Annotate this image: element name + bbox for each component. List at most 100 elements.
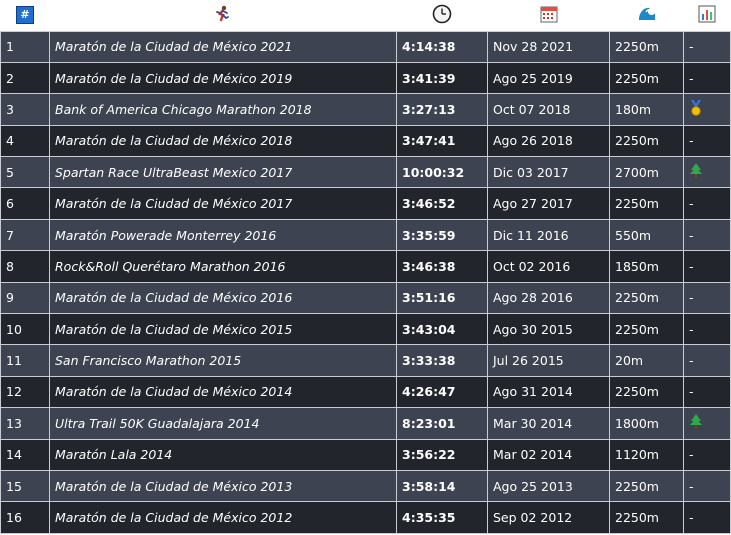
race-name-link[interactable]: Maratón de la Ciudad de México 2017 <box>49 187 397 220</box>
race-date-cell: Ago 30 2015 <box>487 313 610 346</box>
badge-cell <box>683 407 731 440</box>
race-name-link[interactable]: Rock&Roll Querétaro Marathon 2016 <box>49 250 397 283</box>
elevation-cell: 1120m <box>609 438 684 471</box>
finish-time-cell: 3:58:14 <box>396 469 488 503</box>
race-name-link[interactable]: Spartan Race UltraBeast Mexico 2017 <box>49 156 397 189</box>
col-header-num[interactable]: # <box>1 0 50 31</box>
table-row[interactable]: 1 Maratón de la Ciudad de México 2021 4:14… <box>0 30 731 63</box>
rank-cell: 13 <box>0 407 50 440</box>
col-header-race[interactable] <box>50 0 397 31</box>
badge-cell: - <box>683 30 731 63</box>
badge-cell: - <box>683 501 731 534</box>
badge-cell <box>683 156 731 189</box>
elevation-cell: 2250m <box>609 501 684 534</box>
medal-icon <box>689 99 703 119</box>
race-name-link[interactable]: Maratón de la Ciudad de México 2021 <box>49 30 397 63</box>
col-header-elevation[interactable] <box>610 0 684 31</box>
table-row[interactable]: 5 Spartan Race UltraBeast Mexico 2017 10:0… <box>0 156 731 189</box>
hash-icon: # <box>16 6 34 25</box>
race-name-link[interactable]: Maratón Lala 2014 <box>49 438 397 471</box>
race-name-link[interactable]: Maratón de la Ciudad de México 2016 <box>49 281 397 315</box>
race-name-link[interactable]: Maratón de la Ciudad de México 2012 <box>49 501 397 534</box>
col-header-badge[interactable] <box>684 0 731 31</box>
elevation-cell: 2250m <box>609 30 684 63</box>
col-header-date[interactable] <box>488 0 610 31</box>
race-date-cell: Dic 03 2017 <box>487 156 610 189</box>
stopwatch-icon <box>432 4 452 27</box>
race-name-link[interactable]: Ultra Trail 50K Guadalajara 2014 <box>49 407 397 440</box>
badge-cell: - <box>683 469 731 503</box>
badge-cell: - <box>683 281 731 315</box>
badge-cell: - <box>683 344 731 377</box>
header-row: # <box>0 0 731 31</box>
rank-cell: 11 <box>0 344 50 377</box>
elevation-cell: 2250m <box>609 313 684 346</box>
race-name-link[interactable]: Maratón de la Ciudad de México 2014 <box>49 375 397 409</box>
badge-cell <box>683 93 731 126</box>
finish-time-cell: 3:51:16 <box>396 281 488 315</box>
table-row[interactable]: 11 San Francisco Marathon 2015 3:33:38 Jul … <box>0 344 731 377</box>
race-date-cell: Ago 25 2013 <box>487 469 610 503</box>
badge-cell: - <box>683 375 731 409</box>
rank-cell: 4 <box>0 124 50 158</box>
table-row[interactable]: 2 Maratón de la Ciudad de México 2019 3:41… <box>0 61 731 95</box>
race-date-cell: Nov 28 2021 <box>487 30 610 63</box>
finish-time-cell: 4:35:35 <box>396 501 488 534</box>
elevation-cell: 2700m <box>609 156 684 189</box>
finish-time-cell: 3:56:22 <box>396 438 488 471</box>
finish-time-cell: 10:00:32 <box>396 156 488 189</box>
table-row[interactable]: 10 Maratón de la Ciudad de México 2015 3:4… <box>0 313 731 346</box>
race-date-cell: Ago 27 2017 <box>487 187 610 220</box>
finish-time-cell: 3:46:52 <box>396 187 488 220</box>
badge-cell: - <box>683 313 731 346</box>
col-header-time[interactable] <box>397 0 488 31</box>
table-row[interactable]: 12 Maratón de la Ciudad de México 2014 4:2… <box>0 375 731 409</box>
table-row[interactable]: 4 Maratón de la Ciudad de México 2018 3:47… <box>0 124 731 158</box>
rank-cell: 16 <box>0 501 50 534</box>
elevation-cell: 550m <box>609 218 684 252</box>
badge-cell: - <box>683 61 731 95</box>
finish-time-cell: 4:14:38 <box>396 30 488 63</box>
rank-cell: 1 <box>0 30 50 63</box>
table-row[interactable]: 8 Rock&Roll Querétaro Marathon 2016 3:46:3… <box>0 250 731 283</box>
finish-time-cell: 3:43:04 <box>396 313 488 346</box>
bar-chart-icon <box>698 5 716 26</box>
race-date-cell: Dic 11 2016 <box>487 218 610 252</box>
race-name-link[interactable]: San Francisco Marathon 2015 <box>49 344 397 377</box>
race-name-link[interactable]: Bank of America Chicago Marathon 2018 <box>49 93 397 126</box>
rank-cell: 6 <box>0 187 50 220</box>
table-row[interactable]: 9 Maratón de la Ciudad de México 2016 3:51… <box>0 281 731 315</box>
rank-cell: 8 <box>0 250 50 283</box>
race-name-link[interactable]: Maratón de la Ciudad de México 2015 <box>49 313 397 346</box>
race-date-cell: Oct 07 2018 <box>487 93 610 126</box>
tree-icon <box>689 162 703 182</box>
badge-cell: - <box>683 187 731 220</box>
table-row[interactable]: 15 Maratón de la Ciudad de México 2013 3:5… <box>0 469 731 503</box>
table-row[interactable]: 3 Bank of America Chicago Marathon 2018 3:… <box>0 93 731 126</box>
finish-time-cell: 3:46:38 <box>396 250 488 283</box>
race-date-cell: Sep 02 2012 <box>487 501 610 534</box>
rank-cell: 2 <box>0 61 50 95</box>
race-name-link[interactable]: Maratón de la Ciudad de México 2019 <box>49 61 397 95</box>
table-row[interactable]: 16 Maratón de la Ciudad de México 2012 4:3… <box>0 501 731 534</box>
rank-cell: 9 <box>0 281 50 315</box>
elevation-cell: 2250m <box>609 124 684 158</box>
race-date-cell: Ago 26 2018 <box>487 124 610 158</box>
races-table: # 1 Maratón de la Ciudad de México 2021 … <box>0 0 731 534</box>
table-row[interactable]: 14 Maratón Lala 2014 3:56:22 Mar 02 2014 112… <box>0 438 731 471</box>
race-name-link[interactable]: Maratón de la Ciudad de México 2013 <box>49 469 397 503</box>
table-row[interactable]: 13 Ultra Trail 50K Guadalajara 2014 8:23:0… <box>0 407 731 440</box>
race-name-link[interactable]: Maratón Powerade Monterrey 2016 <box>49 218 397 252</box>
rank-cell: 7 <box>0 218 50 252</box>
runner-icon <box>214 5 232 26</box>
finish-time-cell: 4:26:47 <box>396 375 488 409</box>
race-date-cell: Oct 02 2016 <box>487 250 610 283</box>
rank-cell: 3 <box>0 93 50 126</box>
race-name-link[interactable]: Maratón de la Ciudad de México 2018 <box>49 124 397 158</box>
elevation-cell: 180m <box>609 93 684 126</box>
table-row[interactable]: 7 Maratón Powerade Monterrey 2016 3:35:59 D… <box>0 218 731 252</box>
rank-cell: 15 <box>0 469 50 503</box>
table-row[interactable]: 6 Maratón de la Ciudad de México 2017 3:46… <box>0 187 731 220</box>
calendar-icon <box>540 5 558 26</box>
finish-time-cell: 3:47:41 <box>396 124 488 158</box>
